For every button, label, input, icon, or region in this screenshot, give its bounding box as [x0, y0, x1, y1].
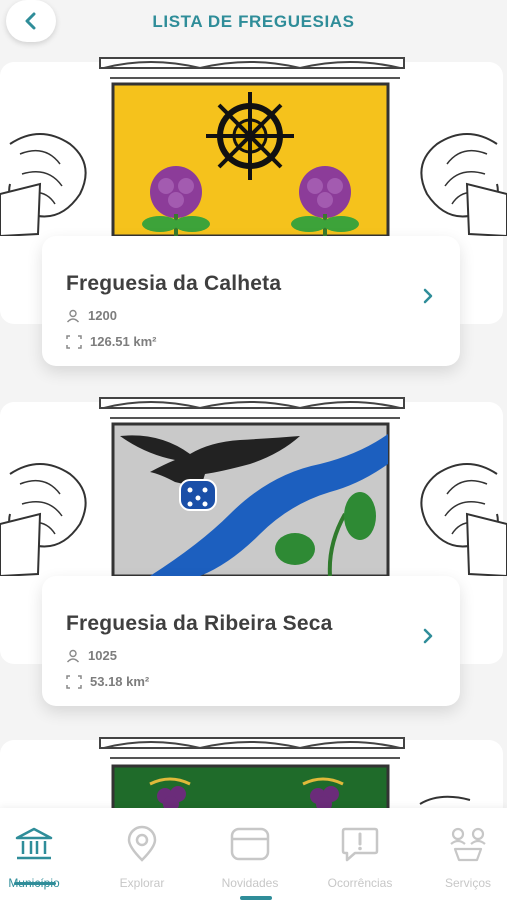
area-value: 53.18 km² — [90, 674, 150, 689]
area-frame-icon — [66, 334, 82, 349]
parish-card-partial[interactable] — [0, 734, 507, 820]
area-frame-icon — [66, 674, 82, 689]
population-row: 1025 — [66, 648, 117, 663]
parish-card-calheta[interactable]: Freguesia da Calheta 1200 126.51 km² — [0, 54, 507, 366]
nav-item-ocorrencias[interactable]: Ocorrências — [310, 816, 410, 896]
coat-of-arms-partial — [99, 737, 471, 814]
parish-info[interactable]: Freguesia da Ribeira Seca 1025 53.18 km² — [42, 576, 460, 706]
population-value: 1025 — [88, 648, 117, 663]
services-icon — [443, 822, 493, 866]
page-title: LISTA DE FREGUESIAS — [152, 12, 355, 31]
location-pin-icon — [117, 822, 167, 866]
nav-label: Ocorrências — [327, 876, 393, 890]
coat-of-arms-ribeira-seca — [0, 397, 507, 576]
bank-icon — [9, 822, 59, 866]
parish-info[interactable]: Freguesia da Calheta 1200 126.51 km² — [42, 236, 460, 366]
nav-item-novidades[interactable]: Novidades — [200, 816, 300, 896]
nav-item-servicos[interactable]: Serviços — [418, 816, 507, 896]
alert-bubble-icon — [335, 822, 385, 866]
home-indicator — [240, 896, 272, 900]
nav-label: Serviços — [444, 876, 491, 890]
parish-name: Freguesia da Ribeira Seca — [66, 612, 333, 635]
parish-name: Freguesia da Calheta — [66, 272, 282, 295]
area-row: 53.18 km² — [66, 674, 149, 689]
news-card-icon — [225, 822, 275, 866]
person-icon — [66, 649, 80, 662]
population-row: 1200 — [66, 308, 117, 323]
chevron-right-icon[interactable] — [422, 628, 434, 644]
header: LISTA DE FREGUESIAS — [0, 0, 507, 48]
parish-card-ribeira-seca[interactable]: Freguesia da Ribeira Seca 1025 53.18 km² — [0, 394, 507, 706]
nav-label: Novidades — [221, 876, 279, 890]
nav-item-explorar[interactable]: Explorar — [92, 816, 192, 896]
person-icon — [66, 309, 80, 322]
nav-label: Explorar — [119, 876, 165, 890]
area-value: 126.51 km² — [90, 334, 157, 349]
active-tab-indicator — [14, 882, 56, 885]
bottom-navigation: Município Explorar Novidades Ocorrê — [0, 808, 507, 900]
area-row: 126.51 km² — [66, 334, 157, 349]
population-value: 1200 — [88, 308, 117, 323]
coat-of-arms-calheta — [0, 57, 507, 236]
chevron-right-icon[interactable] — [422, 288, 434, 304]
